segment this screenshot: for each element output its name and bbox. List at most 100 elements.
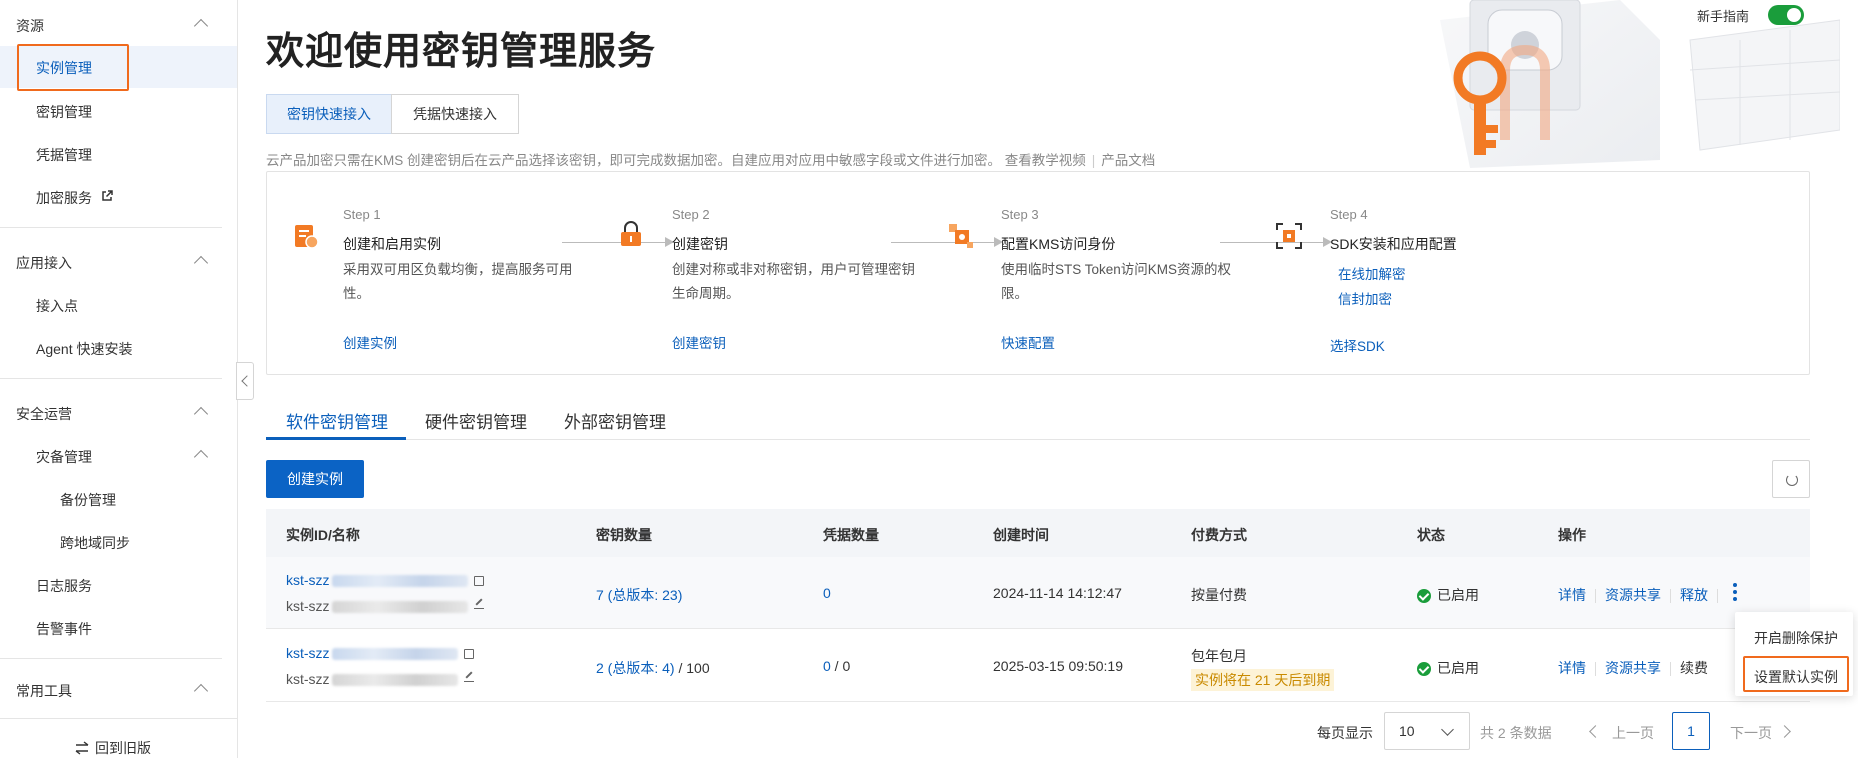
divider [0, 658, 222, 659]
video-link[interactable]: 查看教学视频 [1005, 153, 1086, 168]
instance-name: kst-szz [286, 671, 474, 687]
chevron-down-icon [1441, 723, 1454, 736]
per-page-value: 10 [1399, 723, 1415, 739]
step4-title: SDK安装和应用配置 [1330, 236, 1457, 252]
sidebar-item-endpoint[interactable]: 接入点 [36, 296, 78, 316]
details-link[interactable]: 详情 [1558, 587, 1586, 603]
description-text: 云产品加密只需在KMS 创建密钥后在云产品选择该密钥，即可完成数据加密。自建应用… [266, 153, 1002, 168]
resource-share-link[interactable]: 资源共享 [1605, 587, 1661, 603]
table-row: kst-szz kst-szz 2 (总版本: 4) / 100 0 / 0 2… [266, 630, 1810, 702]
seg-key-quick-access[interactable]: 密钥快速接入 [266, 94, 392, 134]
sidebar-item-agent[interactable]: Agent 快速安装 [36, 339, 132, 359]
prev-page-button[interactable]: 上一页 [1612, 723, 1654, 743]
sidebar-item-log-service[interactable]: 日志服务 [36, 576, 92, 596]
chevron-up-icon[interactable] [193, 449, 209, 465]
billing-method: 按量付费 [1191, 587, 1247, 603]
seg-credential-quick-access[interactable]: 凭据快速接入 [391, 94, 519, 134]
step1-desc: 采用双可用区负载均衡，提高服务可用性。 [343, 262, 573, 301]
step1-title: 创建和启用实例 [343, 236, 441, 252]
sidebar-item-cross-region[interactable]: 跨地域同步 [60, 533, 130, 553]
external-link-icon [102, 190, 113, 201]
select-sdk-link[interactable]: 选择SDK [1330, 335, 1385, 355]
table-header: 实例ID/名称 密钥数量 凭据数量 创建时间 付费方式 状态 操作 [266, 509, 1810, 557]
credential-count[interactable]: 0 [823, 585, 831, 601]
sidebar-group-tools[interactable]: 常用工具 [16, 681, 72, 701]
col-status: 状态 [1417, 527, 1445, 543]
step-arrow [891, 237, 1003, 247]
envelope-encryption-link[interactable]: 信封加密 [1338, 288, 1392, 308]
credential-count: 0 / 0 [823, 658, 851, 674]
sidebar-group-resources[interactable]: 资源 [16, 16, 44, 36]
lock-icon [621, 221, 641, 246]
sidebar-group-security-ops[interactable]: 安全运营 [16, 404, 72, 424]
sidebar-item-keys[interactable]: 密钥管理 [36, 102, 92, 122]
highlight-box [1743, 656, 1849, 692]
renew-link[interactable]: 续费 [1680, 660, 1708, 676]
key-count[interactable]: 7 (总版本: 23) [596, 585, 682, 605]
next-page-button[interactable]: 下一页 [1730, 723, 1772, 743]
create-instance-link[interactable]: 创建实例 [343, 332, 397, 352]
divider [0, 718, 237, 719]
page-title: 欢迎使用密钥管理服务 [266, 31, 657, 73]
quick-config-link[interactable]: 快速配置 [1001, 332, 1055, 352]
status-badge: 已启用 [1417, 585, 1479, 605]
swap-icon [75, 741, 89, 755]
instance-name: kst-szz [286, 598, 484, 614]
chevron-up-icon[interactable] [193, 683, 209, 699]
step4-number: Step 4 [1330, 207, 1368, 222]
col-keys: 密钥数量 [596, 527, 652, 543]
doc-link[interactable]: 产品文档 [1101, 153, 1155, 168]
step2-desc: 创建对称或非对称密钥，用户可管理密钥生命周期。 [672, 262, 915, 301]
hero-key-illustration [1440, 0, 1840, 168]
col-billing: 付费方式 [1191, 527, 1247, 543]
col-instance: 实例ID/名称 [286, 527, 360, 543]
current-page[interactable]: 1 [1672, 712, 1710, 750]
online-crypto-link[interactable]: 在线加解密 [1338, 263, 1406, 283]
col-credentials: 凭据数量 [823, 527, 879, 543]
enable-deletion-protection-item[interactable]: 开启删除保护 [1754, 628, 1838, 648]
status-badge: 已启用 [1417, 658, 1479, 678]
instance-id[interactable]: kst-szz [286, 645, 474, 661]
table-row: kst-szz kst-szz 7 (总版本: 23) 0 2024-11-14… [266, 557, 1810, 629]
resource-share-link[interactable]: 资源共享 [1605, 660, 1661, 676]
tab-hardware-keys[interactable]: 硬件密钥管理 [425, 408, 527, 433]
sidebar-item-crypto-service[interactable]: 加密服务 [36, 188, 92, 208]
copy-icon [463, 649, 474, 660]
tab-underline [266, 437, 406, 440]
back-to-old-version[interactable]: 回到旧版 [95, 738, 151, 758]
divider [0, 378, 222, 379]
sidebar-item-backup[interactable]: 备份管理 [60, 490, 116, 510]
create-instance-button[interactable]: 创建实例 [266, 460, 364, 498]
details-link[interactable]: 详情 [1558, 660, 1586, 676]
create-key-link[interactable]: 创建密钥 [672, 332, 726, 352]
step3-desc: 使用临时STS Token访问KMS资源的权限。 [1001, 262, 1232, 301]
chevron-up-icon[interactable] [193, 18, 209, 34]
row-actions: 详情 资源共享 释放 [1558, 585, 1727, 605]
refresh-button[interactable] [1772, 460, 1810, 498]
instance-id[interactable]: kst-szz [286, 572, 484, 588]
tab-software-keys[interactable]: 软件密钥管理 [286, 408, 388, 433]
sidebar-group-app-access[interactable]: 应用接入 [16, 253, 72, 273]
chevron-up-icon[interactable] [193, 406, 209, 422]
description: 云产品加密只需在KMS 创建密钥后在云产品选择该密钥，即可完成数据加密。自建应用… [266, 153, 1156, 168]
release-link[interactable]: 释放 [1680, 587, 1708, 603]
edit-icon [463, 679, 474, 682]
sidebar-item-credentials[interactable]: 凭据管理 [36, 145, 92, 165]
sidebar-collapse-button[interactable] [236, 362, 254, 400]
divider [0, 227, 222, 228]
total-count: 共 2 条数据 [1480, 725, 1552, 741]
step2-title: 创建密钥 [672, 236, 728, 252]
more-actions-icon[interactable] [1733, 583, 1737, 604]
tab-external-keys[interactable]: 外部密钥管理 [564, 408, 666, 433]
sidebar-item-dr[interactable]: 灾备管理 [36, 447, 92, 467]
key-count: 2 (总版本: 4) / 100 [596, 660, 710, 676]
steps-panel: Step 1 创建和启用实例 采用双可用区负载均衡，提高服务可用性。 创建实例 … [266, 171, 1810, 375]
sidebar-item-alerts[interactable]: 告警事件 [36, 619, 92, 639]
step3-title: 配置KMS访问身份 [1001, 236, 1116, 252]
step3-number: Step 3 [1001, 207, 1039, 222]
guide-toggle[interactable] [1768, 5, 1804, 25]
chevron-up-icon[interactable] [193, 255, 209, 271]
instance-icon [295, 225, 319, 249]
per-page-label: 每页显示 [1317, 725, 1373, 741]
per-page-select[interactable]: 10 [1384, 712, 1470, 750]
